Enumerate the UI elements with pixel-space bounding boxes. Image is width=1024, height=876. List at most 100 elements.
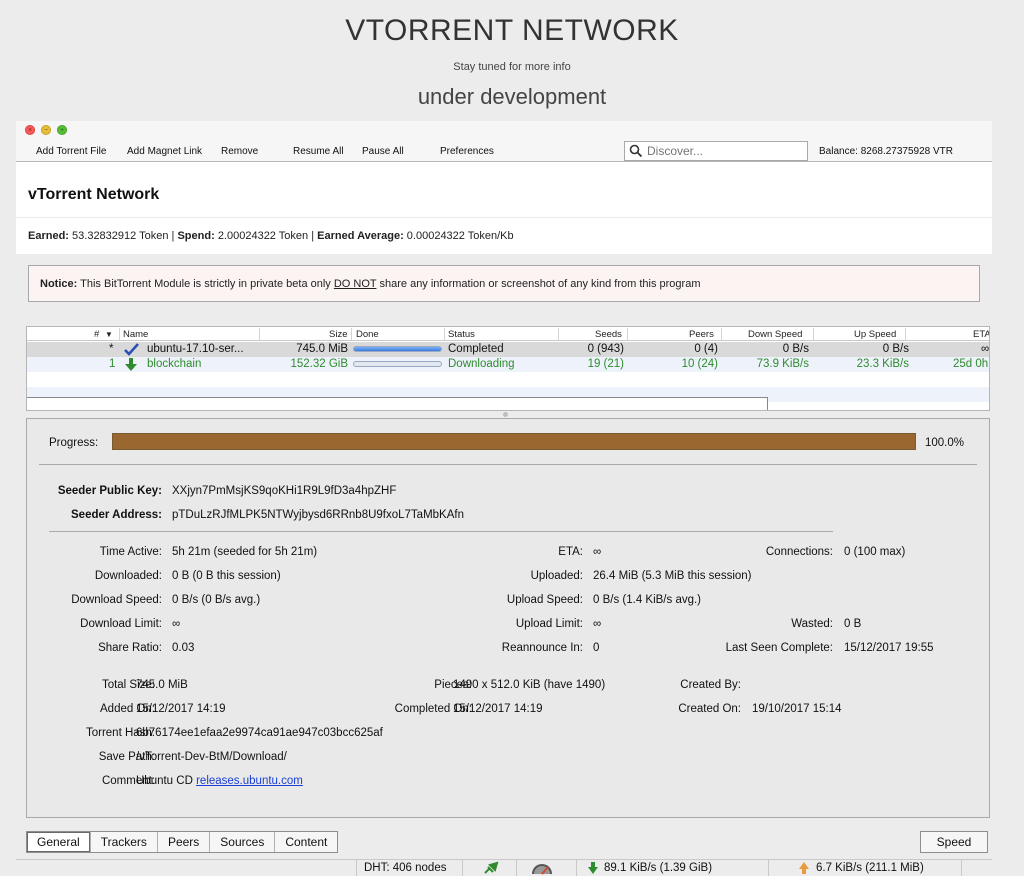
upload-speed-icon xyxy=(799,862,809,874)
column-down-speed[interactable]: Down Speed xyxy=(748,329,802,340)
toolbar: × − + Add Torrent File Add Magnet Link R… xyxy=(16,121,992,162)
torrent-seeds: 19 (21) xyxy=(587,358,624,370)
notice-text-before: This BitTorrent Module is strictly in pr… xyxy=(80,278,331,290)
earned-value: 53.32832912 Token xyxy=(72,230,169,242)
add-magnet-link-button[interactable]: Add Magnet Link xyxy=(127,146,202,157)
column-divider xyxy=(558,328,559,340)
torrent-seeds: 0 (943) xyxy=(587,343,624,355)
download-speed-value: 0 B/s (0 B/s avg.) xyxy=(172,594,261,606)
download-limit-value: ∞ xyxy=(172,618,181,630)
brand-title: vTorrent Network xyxy=(28,186,160,203)
seeder-address-label: Seeder Address: xyxy=(71,509,162,521)
torrent-name: ubuntu-17.10-ser... xyxy=(147,343,244,355)
speed-limit-gauge-icon[interactable] xyxy=(530,861,554,875)
notice-banner: Notice: This BitTorrent Module is strict… xyxy=(28,265,980,302)
created-on-value: 19/10/2017 15:14 xyxy=(752,703,842,715)
sort-arrow-icon[interactable]: ▼ xyxy=(105,330,113,339)
eta-value: ∞ xyxy=(593,546,602,558)
column-name[interactable]: Name xyxy=(123,329,148,340)
connection-status-icon[interactable] xyxy=(483,861,499,875)
zoom-window-icon[interactable]: + xyxy=(57,125,67,135)
torrent-size: 152.32 GiB xyxy=(290,358,348,370)
last-seen-value: 15/12/2017 19:55 xyxy=(844,642,934,654)
tab-general[interactable]: General xyxy=(27,832,91,852)
torrent-peers: 10 (24) xyxy=(681,358,718,370)
comment-value: Ubuntu CD releases.ubuntu.com xyxy=(136,775,303,787)
download-speed-icon xyxy=(588,862,598,874)
tab-peers[interactable]: Peers xyxy=(157,832,211,852)
column-done[interactable]: Done xyxy=(356,329,379,340)
column-divider xyxy=(119,328,120,340)
upload-limit-value: ∞ xyxy=(593,618,602,630)
earned-label: Earned: xyxy=(28,230,69,242)
earnings-separator: | xyxy=(171,230,175,242)
torrent-down-speed: 0 B/s xyxy=(782,343,809,355)
add-torrent-file-button[interactable]: Add Torrent File xyxy=(36,146,106,157)
downloaded-label: Downloaded: xyxy=(94,570,162,582)
torrent-size: 745.0 MiB xyxy=(296,343,348,355)
column-size[interactable]: Size xyxy=(329,329,347,340)
spend-label: Spend: xyxy=(177,230,215,242)
seeder-divider xyxy=(49,531,833,532)
preferences-button[interactable]: Preferences xyxy=(440,146,494,157)
column-divider xyxy=(721,328,722,340)
progress-label: Progress: xyxy=(49,437,99,449)
notice-text-after: share any information or screenshot of a… xyxy=(379,278,701,290)
discover-search-box[interactable] xyxy=(624,141,808,161)
minimize-window-icon[interactable]: − xyxy=(41,125,51,135)
column-divider xyxy=(444,328,445,340)
column-peers[interactable]: Peers xyxy=(689,329,714,340)
site-status: under development xyxy=(417,84,607,109)
wasted-label: Wasted: xyxy=(791,618,833,630)
horizontal-scrollbar[interactable] xyxy=(27,397,768,410)
completed-check-icon xyxy=(124,343,139,356)
status-divider xyxy=(356,860,357,876)
row-number: * xyxy=(109,343,114,355)
splitter-handle[interactable] xyxy=(503,412,508,417)
uploaded-value: 26.4 MiB (5.3 MiB this session) xyxy=(593,570,752,582)
created-on-label: Created On: xyxy=(678,703,741,715)
seeder-key-value: XXjyn7PmMsjKS9qoKHi1R9L9fD3a4hpZHF xyxy=(172,485,397,497)
download-limit-label: Download Limit: xyxy=(80,618,162,630)
tab-trackers[interactable]: Trackers xyxy=(90,832,158,852)
pause-all-button[interactable]: Pause All xyxy=(362,146,404,157)
progress-fill xyxy=(113,434,915,449)
pieces-value: 1490 x 512.0 KiB (have 1490) xyxy=(453,679,606,691)
discover-search-input[interactable] xyxy=(647,144,797,158)
upload-limit-label: Upload Limit: xyxy=(515,618,583,630)
speed-button[interactable]: Speed xyxy=(920,831,988,853)
column-number[interactable]: # xyxy=(94,329,99,340)
column-divider xyxy=(627,328,628,340)
status-divider xyxy=(462,860,463,876)
close-window-icon[interactable]: × xyxy=(25,125,35,135)
global-upload-speed: 6.7 KiB/s (211.1 MiB) xyxy=(816,862,924,874)
tab-sources[interactable]: Sources xyxy=(210,832,276,852)
completed-on-value: 15/12/2017 14:19 xyxy=(453,703,543,715)
comment-link[interactable]: releases.ubuntu.com xyxy=(196,775,303,787)
created-by-label: Created By: xyxy=(680,679,741,691)
download-arrow-icon xyxy=(125,358,137,371)
remove-button[interactable]: Remove xyxy=(221,146,258,157)
torrent-done-bar xyxy=(353,346,442,352)
column-divider xyxy=(259,328,260,340)
progress-bar xyxy=(112,433,916,450)
reannounce-value: 0 xyxy=(593,642,600,654)
table-row[interactable]: * ubuntu-17.10-ser... 745.0 MiB Complete… xyxy=(27,342,989,357)
status-divider xyxy=(576,860,577,876)
column-status[interactable]: Status xyxy=(448,329,475,340)
torrent-list-header: # ▼ Name Size Done Status Seeds Peers Do… xyxy=(27,327,989,341)
column-seeds[interactable]: Seeds xyxy=(595,329,622,340)
tab-content[interactable]: Content xyxy=(275,832,338,852)
earnings-separator: | xyxy=(311,230,315,242)
general-details-panel: Progress: 100.0% Seeder Public Key: XXjy… xyxy=(26,418,990,818)
site-subtitle: Stay tuned for more info xyxy=(453,61,571,73)
column-eta[interactable]: ETA xyxy=(973,329,989,340)
status-divider xyxy=(768,860,769,876)
column-up-speed[interactable]: Up Speed xyxy=(854,329,896,340)
table-row[interactable]: 1 blockchain 152.32 GiB Downloading 19 (… xyxy=(27,357,989,372)
balance-label: Balance: 8268.27375928 VTR xyxy=(819,146,953,157)
download-speed-label: Download Speed: xyxy=(71,594,162,606)
resume-all-button[interactable]: Resume All xyxy=(293,146,344,157)
spend-value: 2.00024322 Token xyxy=(217,230,309,242)
comment-text: Ubuntu CD xyxy=(136,775,193,787)
